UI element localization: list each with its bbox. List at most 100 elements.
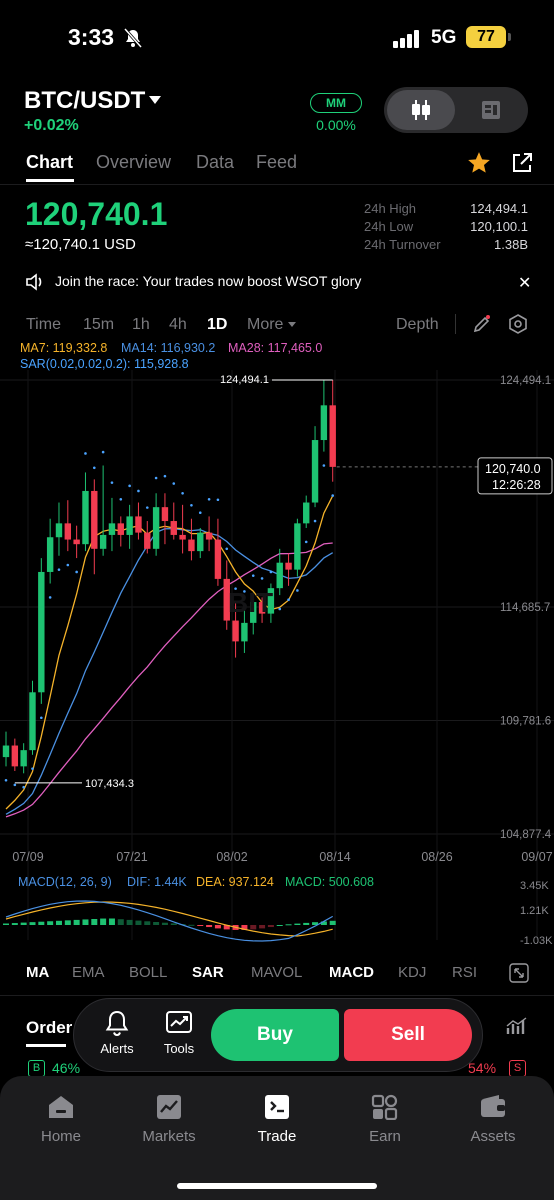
alerts-button[interactable]: Alerts bbox=[92, 1009, 142, 1056]
x-tick-label: 09/07 bbox=[521, 850, 552, 864]
macd-histogram-bar bbox=[197, 925, 204, 926]
indicator-rsi[interactable]: RSI bbox=[452, 964, 477, 981]
macd-histogram-bar bbox=[206, 925, 213, 928]
nav-trade[interactable]: Trade bbox=[232, 1094, 322, 1145]
timeframe-4h[interactable]: 4h bbox=[169, 316, 187, 334]
nav-home[interactable]: Home bbox=[16, 1094, 106, 1145]
depth-button[interactable]: Depth bbox=[396, 316, 439, 334]
y-tick-label: 114,685.7 bbox=[500, 602, 550, 614]
star-icon[interactable] bbox=[466, 150, 492, 181]
timeframe-1d[interactable]: 1D bbox=[207, 316, 227, 334]
sar-dot bbox=[313, 519, 317, 523]
macd-histogram-bar bbox=[20, 922, 27, 925]
sar-dot bbox=[40, 716, 43, 720]
macd-histogram-bar bbox=[100, 918, 107, 925]
indicator-ma[interactable]: MA bbox=[26, 964, 49, 981]
candle bbox=[152, 507, 160, 549]
nav-assets[interactable]: Assets bbox=[448, 1094, 538, 1145]
sar-dot bbox=[163, 474, 167, 478]
sar-dot bbox=[260, 577, 264, 580]
indicator-mavol[interactable]: MAVOL bbox=[251, 964, 302, 981]
buy-badge: B bbox=[28, 1060, 45, 1077]
book-view-button[interactable] bbox=[457, 90, 525, 130]
sar-dot bbox=[128, 484, 131, 488]
tab-overview[interactable]: Overview bbox=[96, 152, 171, 173]
macd-histogram-bar bbox=[47, 921, 54, 925]
candle bbox=[46, 537, 54, 572]
y-tick-label: 124,494.1 bbox=[500, 375, 551, 387]
macd-y-tick: -1.03K bbox=[520, 935, 553, 947]
announcement-text[interactable]: Join the race: Your trades now boost WSO… bbox=[55, 273, 361, 289]
timeframe-15m[interactable]: 15m bbox=[83, 316, 114, 334]
sar-dot bbox=[207, 497, 211, 501]
caret-down-icon[interactable] bbox=[288, 322, 296, 327]
nav-markets[interactable]: Markets bbox=[124, 1094, 214, 1145]
candle bbox=[285, 562, 292, 570]
mm-badge[interactable]: MM bbox=[310, 93, 362, 113]
share-icon[interactable] bbox=[510, 151, 534, 180]
candle bbox=[144, 532, 151, 549]
sell-button[interactable]: Sell bbox=[344, 1009, 472, 1061]
pen-icon[interactable] bbox=[472, 314, 492, 339]
expand-icon[interactable] bbox=[509, 963, 529, 988]
indicator-sar[interactable]: SAR bbox=[192, 964, 224, 981]
mm-value: 0.00% bbox=[316, 117, 356, 133]
macd-legend-dif: DIF: 1.44K bbox=[127, 875, 187, 889]
sar-dot bbox=[181, 491, 184, 495]
tools-button[interactable]: Tools bbox=[154, 1009, 204, 1056]
macd-histogram-bar bbox=[108, 918, 115, 925]
candle bbox=[55, 523, 63, 538]
indicator-macd[interactable]: MACD bbox=[329, 964, 374, 981]
tab-chart[interactable]: Chart bbox=[26, 152, 73, 173]
view-toggle[interactable] bbox=[384, 87, 528, 133]
trade-icon bbox=[265, 1095, 289, 1119]
macd-histogram-bar bbox=[250, 925, 257, 930]
bell-icon bbox=[105, 1010, 129, 1037]
macd-histogram-bar bbox=[144, 921, 151, 925]
legend-ma28: MA28: 117,465.0 bbox=[228, 341, 323, 355]
macd-histogram-bar bbox=[276, 925, 283, 926]
macd-histogram-bar bbox=[126, 919, 133, 925]
sar-dot bbox=[31, 767, 34, 770]
candle bbox=[329, 405, 336, 467]
price-chart[interactable]: 124,494.1 114,685.7 109,781.6 104,877.4 07/0… bbox=[0, 360, 554, 950]
status-time: 3:33 bbox=[68, 24, 115, 50]
tab-data[interactable]: Data bbox=[196, 152, 234, 173]
candle bbox=[2, 745, 10, 758]
timeframe-time[interactable]: Time bbox=[26, 316, 61, 334]
candle bbox=[161, 507, 169, 522]
macd-histogram-bar bbox=[303, 922, 310, 925]
depth-chart-icon[interactable] bbox=[506, 1016, 528, 1041]
nav-earn[interactable]: Earn bbox=[340, 1094, 430, 1145]
indicator-ema[interactable]: EMA bbox=[72, 964, 105, 981]
buy-button[interactable]: Buy bbox=[211, 1009, 339, 1061]
tab-feed[interactable]: Feed bbox=[256, 152, 297, 173]
settings-icon[interactable] bbox=[508, 314, 528, 339]
candle-view-button[interactable] bbox=[387, 90, 455, 130]
macd-histogram-bar bbox=[259, 925, 266, 929]
indicator-boll[interactable]: BOLL bbox=[129, 964, 167, 981]
chart-tool-icon bbox=[166, 1011, 192, 1033]
nav-assets-label: Assets bbox=[470, 1128, 516, 1145]
macd-histogram-bar bbox=[188, 924, 195, 926]
caret-down-icon[interactable] bbox=[149, 96, 161, 104]
macd-histogram-bar bbox=[73, 919, 80, 925]
legend-ma14: MA14: 116,930.2 bbox=[121, 341, 216, 355]
timeframe-more[interactable]: More bbox=[247, 316, 283, 334]
x-tick-label: 07/09 bbox=[12, 850, 43, 864]
sar-dot bbox=[322, 464, 326, 467]
macd-histogram-bar bbox=[285, 924, 292, 926]
last-price-usd: ≈120,740.1 USD bbox=[25, 236, 136, 253]
candle bbox=[294, 523, 301, 570]
sar-dot bbox=[251, 574, 255, 577]
x-tick-label: 07/21 bbox=[116, 850, 147, 864]
y-tick-label: 109,781.6 bbox=[500, 715, 551, 727]
indicator-kdj[interactable]: KDJ bbox=[398, 964, 426, 981]
pair-selector[interactable]: BTC/USDT bbox=[24, 87, 145, 115]
timeframe-1h[interactable]: 1h bbox=[132, 316, 150, 334]
stat-value-high: 124,494.1 bbox=[470, 201, 528, 216]
tab-order[interactable]: Order bbox=[26, 1018, 72, 1038]
macd-histogram-bar bbox=[64, 920, 71, 925]
nav-earn-label: Earn bbox=[369, 1128, 401, 1145]
close-icon[interactable]: ✕ bbox=[518, 273, 531, 293]
